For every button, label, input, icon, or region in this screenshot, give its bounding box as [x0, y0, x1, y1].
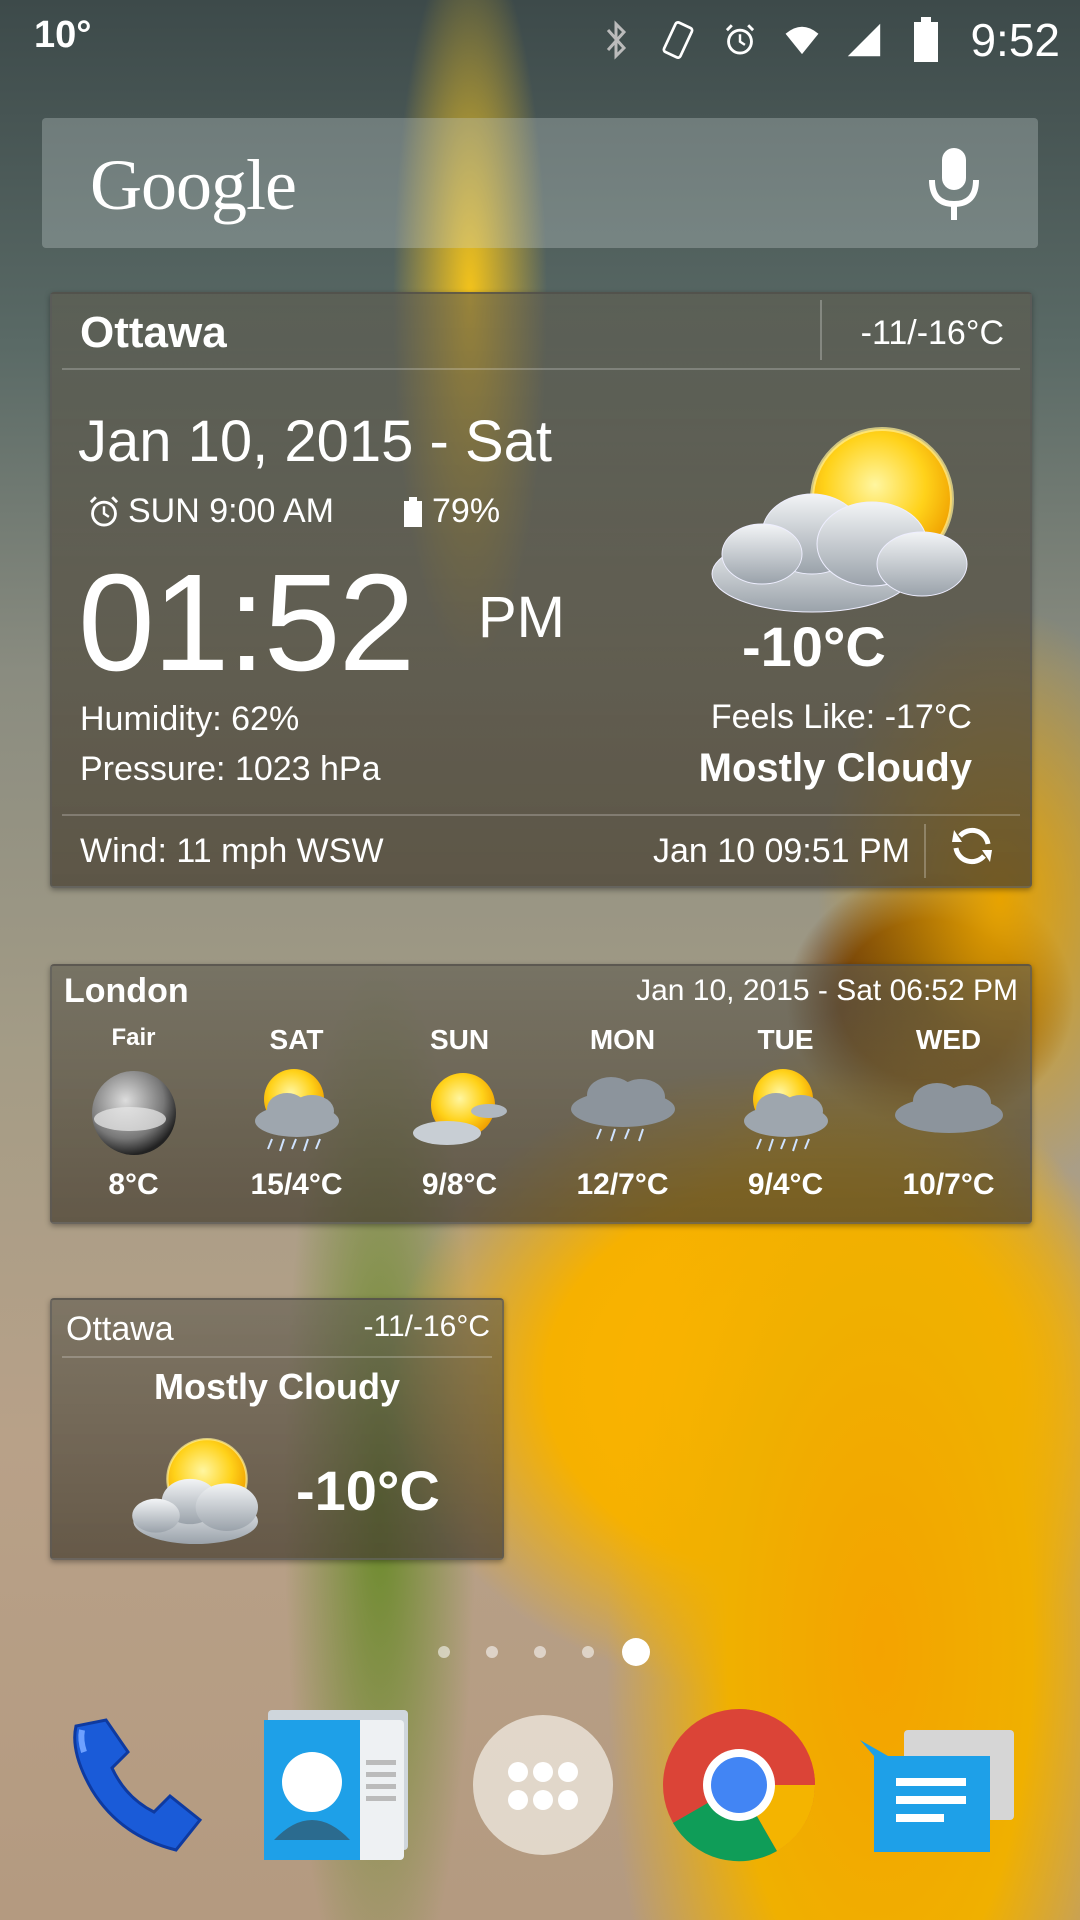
- status-icons: 9:52: [598, 10, 1060, 70]
- forecast-day: MON 12/7°C: [541, 1024, 704, 1214]
- day-temp: 8°C: [108, 1168, 159, 1201]
- pressure: Pressure: 1023 hPa: [80, 750, 381, 788]
- chrome-app-icon[interactable]: [654, 1700, 824, 1870]
- widget-datetime: Jan 10, 2015 - Sat 06:52 PM: [636, 974, 1018, 1007]
- divider: [62, 814, 1020, 816]
- phone-app-icon[interactable]: [50, 1700, 220, 1870]
- day-temp: 10/7°C: [902, 1168, 995, 1201]
- day-name: TUE: [757, 1024, 814, 1055]
- alarm-time: SUN 9:00 AM: [128, 492, 334, 530]
- day-name: WED: [915, 1024, 982, 1055]
- sun-cloud-icon: [378, 1058, 541, 1168]
- forecast-day: Fair 8°C: [52, 1024, 215, 1214]
- humidity: Humidity: 62%: [80, 700, 300, 738]
- hi-lo-temp: -11/-16°C: [860, 314, 1004, 352]
- page-dot[interactable]: [534, 1646, 546, 1658]
- clock-time[interactable]: 01:52: [78, 544, 415, 703]
- feels-like: Feels Like: -17°C: [710, 698, 972, 736]
- clock-ampm: PM: [478, 585, 565, 650]
- forecast-day: SUN 9/8°C: [378, 1024, 541, 1214]
- ottawa-weather-widget[interactable]: Ottawa -11/-16°C Jan 10, 2015 - Sat SUN …: [50, 292, 1032, 888]
- widget-city: Ottawa: [66, 1310, 174, 1348]
- partly-cloudy-sun-icon: [692, 414, 992, 639]
- status-temperature: 10°: [34, 14, 92, 56]
- widget-city: Ottawa: [80, 308, 227, 357]
- moon-cloud-icon: [52, 1058, 215, 1168]
- cloud-icon: [867, 1058, 1030, 1168]
- refresh-icon[interactable]: [948, 822, 996, 875]
- alarm-icon: [722, 18, 758, 62]
- day-name: SAT: [269, 1024, 324, 1055]
- battery-percent: 79%: [432, 492, 501, 530]
- battery-level: 79%: [404, 492, 500, 531]
- forecast-days: Fair 8°C SAT 15/4°C SUN 9/8°C MON 12/7°C…: [52, 1024, 1030, 1214]
- page-indicator: [0, 1632, 1080, 1672]
- dock: [0, 1700, 1080, 1900]
- forecast-day: SAT 15/4°C: [215, 1024, 378, 1214]
- wifi-icon: [784, 18, 820, 62]
- screen-rotation-icon: [660, 18, 696, 62]
- page-dot[interactable]: [486, 1646, 498, 1658]
- divider: [924, 824, 926, 878]
- widget-date: Jan 10, 2015 - Sat: [78, 409, 552, 474]
- divider: [62, 368, 1020, 370]
- widget-city: London: [64, 972, 189, 1010]
- page-dot-active[interactable]: [622, 1638, 650, 1666]
- divider: [820, 300, 822, 360]
- rain-cloud-icon: [541, 1058, 704, 1168]
- divider: [62, 1356, 492, 1358]
- forecast-day: WED 10/7°C: [867, 1024, 1030, 1214]
- sun-rain-icon: [704, 1058, 867, 1168]
- last-updated: Jan 10 09:51 PM: [652, 832, 910, 870]
- day-temp: 9/4°C: [747, 1168, 824, 1201]
- sun-rain-icon: [215, 1058, 378, 1168]
- day-temp: 9/8°C: [421, 1168, 498, 1201]
- ottawa-small-widget[interactable]: Ottawa -11/-16°C Mostly Cloudy -10°C: [50, 1298, 504, 1560]
- day-temp: 15/4°C: [250, 1168, 343, 1201]
- google-search-bar[interactable]: Google: [42, 118, 1038, 248]
- day-name: MON: [589, 1024, 656, 1055]
- current-temp: -10°C: [742, 615, 886, 678]
- battery-icon: [908, 17, 944, 62]
- condition: Mostly Cloudy: [698, 746, 972, 790]
- battery-icon: [404, 496, 422, 527]
- contacts-app-icon[interactable]: [254, 1700, 424, 1870]
- mic-icon[interactable]: [926, 146, 982, 227]
- cell-signal-icon: [846, 18, 882, 62]
- status-time: 9:52: [970, 14, 1060, 66]
- partly-cloudy-sun-icon: [122, 1428, 292, 1563]
- page-dot[interactable]: [582, 1646, 594, 1658]
- forecast-day: TUE 9/4°C: [704, 1024, 867, 1214]
- bluetooth-icon: [598, 18, 634, 62]
- alarm-icon: [89, 495, 119, 527]
- current-temp: -10°C: [296, 1459, 440, 1522]
- day-name: SUN: [429, 1024, 490, 1055]
- day-temp: 12/7°C: [576, 1168, 669, 1201]
- day-name: Fair: [111, 1024, 156, 1051]
- condition: Mostly Cloudy: [153, 1366, 400, 1407]
- messenger-app-icon[interactable]: [860, 1700, 1030, 1870]
- status-bar: 10° 9:52: [0, 0, 1080, 80]
- page-dot[interactable]: [438, 1646, 450, 1658]
- hi-lo-temp: -11/-16°C: [363, 1310, 491, 1343]
- app-drawer-icon[interactable]: [458, 1700, 628, 1870]
- next-alarm[interactable]: SUN 9:00 AM: [86, 492, 334, 531]
- wind: Wind: 11 mph WSW: [80, 832, 384, 870]
- london-forecast-widget[interactable]: London Jan 10, 2015 - Sat 06:52 PM Fair …: [50, 964, 1032, 1224]
- google-logo: Google: [90, 145, 297, 225]
